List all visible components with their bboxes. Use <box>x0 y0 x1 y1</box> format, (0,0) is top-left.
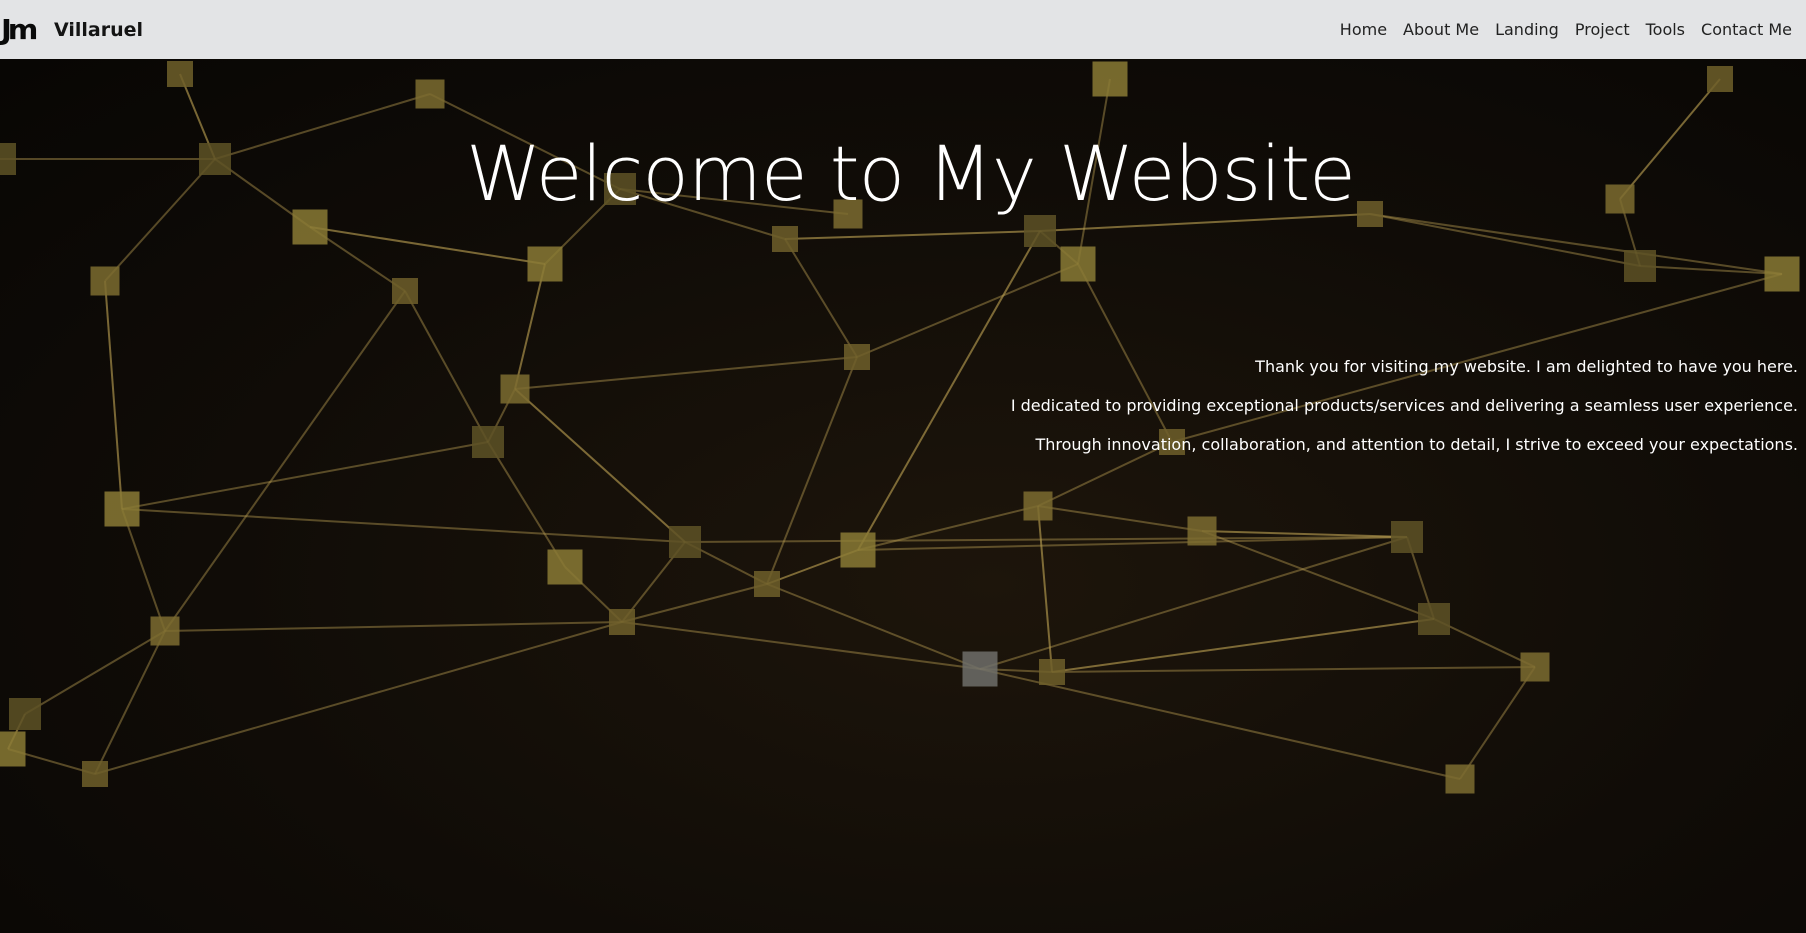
hero-text: Thank you for visiting my website. I am … <box>1011 357 1798 474</box>
network-line <box>164 290 406 632</box>
brand[interactable]: Jm Villaruel <box>1 15 143 44</box>
network-node <box>1418 603 1450 635</box>
network-line <box>104 158 216 282</box>
network-line <box>766 583 981 670</box>
network-node <box>1039 659 1065 685</box>
network-line <box>1051 666 1536 673</box>
network-line <box>514 263 546 390</box>
network-node <box>844 344 870 370</box>
network-line <box>514 356 858 390</box>
network-node <box>1605 184 1635 214</box>
nav-link-landing[interactable]: Landing <box>1495 20 1559 39</box>
network-node <box>150 616 180 646</box>
network-node <box>500 374 530 404</box>
network-line <box>164 621 623 632</box>
network-line <box>621 621 981 670</box>
hero-paragraph-1: Thank you for visiting my website. I am … <box>1255 357 1798 376</box>
network-node <box>840 532 876 568</box>
nav-link-project[interactable]: Project <box>1575 20 1630 39</box>
network-line <box>214 93 431 160</box>
network-node <box>0 731 26 767</box>
nav-links: Home About Me Landing Project Tools Cont… <box>1340 20 1792 39</box>
network-node <box>472 426 504 458</box>
nav-link-about-me[interactable]: About Me <box>1403 20 1479 39</box>
network-node <box>1024 215 1056 247</box>
network-node <box>609 609 635 635</box>
network-line <box>1037 505 1203 532</box>
network-node <box>1624 250 1656 282</box>
network-node <box>292 209 328 245</box>
network-line <box>979 536 1408 670</box>
network-node <box>1187 516 1217 546</box>
network-line <box>404 290 489 443</box>
network-line <box>1619 78 1721 200</box>
network-node <box>82 761 108 787</box>
nav-link-tools[interactable]: Tools <box>1646 20 1685 39</box>
network-node <box>167 61 193 87</box>
network-line <box>104 280 123 510</box>
network-node <box>1707 66 1733 92</box>
hero-paragraph-3: Through innovation, collaboration, and a… <box>1035 435 1798 454</box>
network-line <box>856 263 1079 358</box>
network-node <box>0 143 16 175</box>
brand-logo[interactable]: Jm <box>1 15 45 44</box>
network-node <box>415 79 445 109</box>
hero-title: Welcome to My Website <box>466 129 1356 218</box>
network-node <box>392 278 418 304</box>
network-node <box>527 246 563 282</box>
network-line <box>121 508 686 543</box>
network-line <box>121 508 166 632</box>
network-line <box>979 668 1461 780</box>
nav-link-contact-me[interactable]: Contact Me <box>1701 20 1792 39</box>
brand-name[interactable]: Villaruel <box>54 19 143 41</box>
network-node <box>104 491 140 527</box>
network-line <box>514 388 686 543</box>
network-line <box>621 583 768 623</box>
network-line <box>784 230 1041 240</box>
network-node <box>1445 764 1475 794</box>
network-node <box>199 143 231 175</box>
network-node <box>1060 246 1096 282</box>
network-line <box>1369 213 1783 275</box>
network-node <box>669 526 701 558</box>
network-node <box>9 698 41 730</box>
network-line <box>1369 213 1641 267</box>
network-node <box>1092 61 1128 97</box>
network-node <box>90 266 120 296</box>
nav-link-home[interactable]: Home <box>1340 20 1387 39</box>
hero-section: Welcome to My Website Thank you for visi… <box>0 59 1806 933</box>
network-node <box>547 549 583 585</box>
network-line <box>487 441 566 568</box>
network-line <box>1459 666 1536 780</box>
network-node <box>1764 256 1800 292</box>
network-line <box>309 226 546 265</box>
top-navbar: Jm Villaruel Home About Me Landing Proje… <box>0 0 1806 59</box>
network-node <box>962 651 998 687</box>
network-line <box>784 238 858 358</box>
network-node <box>1357 201 1383 227</box>
network-line <box>1201 530 1408 538</box>
network-node <box>1023 491 1053 521</box>
network-node <box>1520 652 1550 682</box>
network-node <box>754 571 780 597</box>
hero-paragraph-2: I dedicated to providing exceptional pro… <box>1010 396 1798 415</box>
network-line <box>1051 618 1435 673</box>
network-line <box>121 441 489 510</box>
network-node <box>1391 521 1423 553</box>
network-line <box>857 505 1039 551</box>
network-node <box>772 226 798 252</box>
